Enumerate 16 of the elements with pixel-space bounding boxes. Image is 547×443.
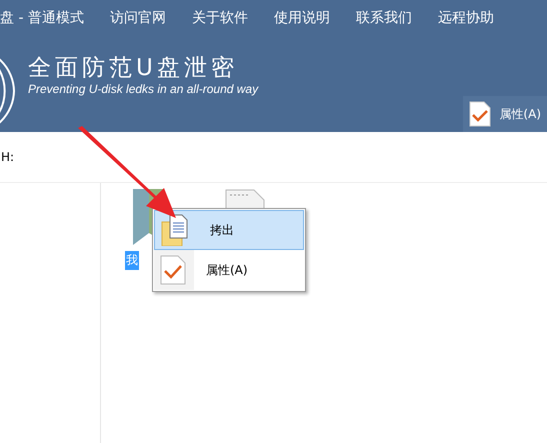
copy-folder-icon (160, 214, 190, 246)
drive-path: H: (1, 150, 14, 164)
menu-item[interactable]: 关于软件 (192, 9, 261, 27)
context-menu-item[interactable]: 属性(A) (154, 250, 304, 290)
check-document-icon (160, 255, 186, 285)
banner-title: 全面防范U盘泄密 (28, 54, 239, 82)
menu-item[interactable]: 访问官网 (110, 9, 179, 27)
banner-subtitle: Preventing U-disk ledks in an all-round way (28, 82, 258, 96)
menu-item[interactable]: 远程协助 (438, 9, 507, 27)
menu-item[interactable]: 盘 - 普通模式 (0, 9, 97, 27)
file-name[interactable]: 我 (125, 251, 139, 270)
properties-button[interactable]: 属性(A) (463, 96, 547, 132)
context-menu-item[interactable]: 拷出 (154, 210, 304, 250)
check-document-icon (469, 101, 492, 127)
menu-item[interactable]: 使用说明 (274, 9, 343, 27)
menu-item[interactable]: 联系我们 (356, 9, 425, 27)
